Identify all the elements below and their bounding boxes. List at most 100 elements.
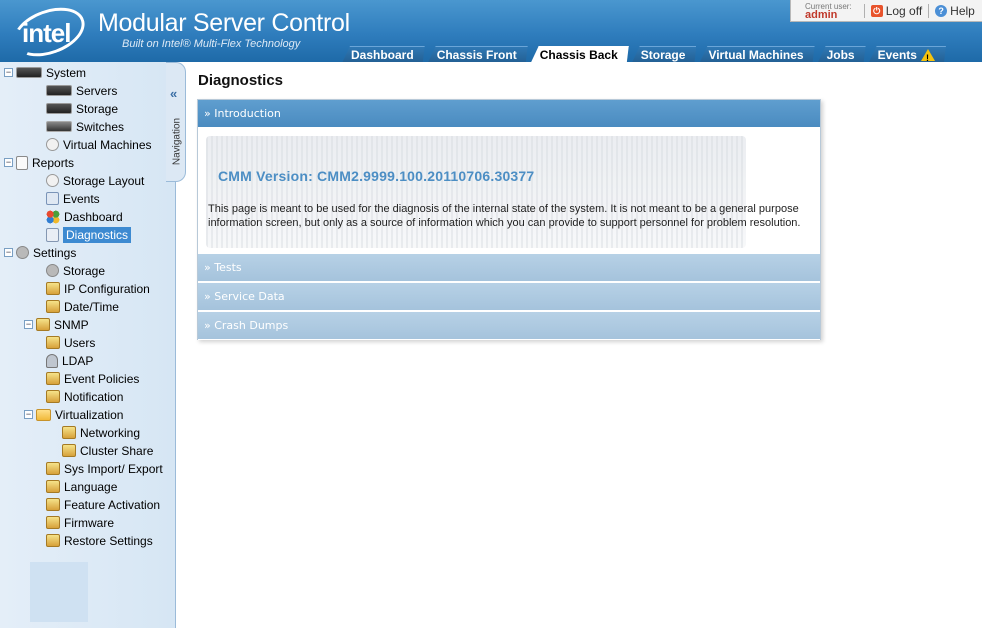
tab-label: Jobs: [826, 48, 855, 62]
section-introduction-header[interactable]: » Introduction: [198, 100, 820, 128]
sidebar-item-label: Language: [64, 479, 118, 494]
tab-virtual-machines[interactable]: Virtual Machines: [699, 46, 814, 62]
sidebar-item-restore-settings[interactable]: Restore Settings: [46, 532, 153, 549]
sidebar-item-label: Users: [64, 335, 96, 350]
collapse-toggle-icon[interactable]: −: [24, 320, 33, 329]
collapse-toggle-icon[interactable]: −: [4, 158, 13, 167]
sidebar-item-networking[interactable]: Networking: [62, 424, 140, 441]
collapse-toggle-icon[interactable]: −: [4, 68, 13, 77]
sidebar-item-servers[interactable]: Servers: [46, 82, 117, 99]
tab-jobs[interactable]: Jobs: [818, 46, 866, 62]
logoff-label: Log off: [885, 3, 923, 18]
diagnostics-icon: [46, 227, 59, 242]
navigation-handle[interactable]: « Navigation: [166, 62, 186, 182]
sidebar-item-label: Dashboard: [64, 209, 123, 224]
collapse-navigation-icon[interactable]: «: [170, 86, 177, 101]
section-tests-header[interactable]: » Tests: [198, 254, 820, 282]
sidebar-item-label: Virtual Machines: [63, 137, 152, 152]
sidebar-item-label: Date/Time: [64, 299, 119, 314]
collapse-toggle-icon[interactable]: −: [24, 410, 33, 419]
sidebar-item-label: Cluster Share: [80, 443, 154, 458]
user-panel: Current user: admin ⏻ Log off ? Help: [790, 0, 982, 22]
sidebar-item-users[interactable]: Users: [46, 334, 95, 351]
sidebar-item-sys-import-export[interactable]: Sys Import/ Export: [46, 460, 163, 477]
tab-chassis-front[interactable]: Chassis Front: [428, 46, 528, 62]
sidebar-item-virtual-machines[interactable]: Virtual Machines: [46, 136, 152, 153]
sidebar-item-event-policies[interactable]: Event Policies: [46, 370, 139, 387]
divider: [928, 3, 930, 18]
help-icon: ?: [935, 4, 948, 17]
sidebar-item-label: Events: [63, 191, 100, 206]
server-icon: [16, 67, 42, 78]
config-icon: [46, 480, 60, 493]
tab-label: Events: [877, 48, 917, 62]
collapse-toggle-icon[interactable]: −: [4, 248, 13, 257]
sidebar-item-language[interactable]: Language: [46, 478, 117, 495]
folder-icon: [36, 408, 51, 421]
sidebar-item-system[interactable]: System: [16, 64, 86, 81]
logo-text: intel: [22, 18, 71, 48]
dashboard-icon: [46, 209, 60, 224]
sidebar-item-label: System: [46, 65, 87, 80]
sidebar-item-storage-layout[interactable]: Storage Layout: [46, 172, 144, 189]
chassis-background-image: [206, 136, 746, 248]
sidebar-item-cluster-share[interactable]: Cluster Share: [62, 442, 153, 459]
sidebar-item-label: Virtualization: [55, 407, 124, 422]
introduction-body: CMM Version: CMM2.9999.100.20110706.3037…: [198, 128, 820, 254]
tab-storage[interactable]: Storage: [632, 46, 697, 62]
sidebar-item-storage[interactable]: Storage: [46, 100, 118, 117]
tab-events[interactable]: Events: [869, 46, 946, 62]
intel-logo: intel: [6, 0, 92, 62]
gear-icon: [16, 246, 29, 259]
sidebar-item-label: LDAP: [62, 353, 94, 368]
sidebar-item-label: Storage: [63, 263, 106, 278]
app-header: intel Modular Server Control Built on In…: [0, 0, 982, 62]
section-service-data-header[interactable]: » Service Data: [198, 283, 820, 311]
logoff-link[interactable]: ⏻ Log off: [870, 3, 923, 18]
sidebar-item-switches[interactable]: Switches: [46, 118, 124, 135]
sidebar-item-firmware[interactable]: Firmware: [46, 514, 114, 531]
section-crash-dumps-header[interactable]: » Crash Dumps: [198, 312, 820, 340]
sidebar-item-ip-configuration[interactable]: IP Configuration: [46, 280, 150, 297]
config-icon: [46, 300, 60, 313]
divider: [863, 3, 865, 18]
sidebar-item-notification[interactable]: Notification: [46, 388, 123, 405]
current-user-name: admin: [805, 8, 838, 21]
config-icon: [46, 282, 60, 295]
diagnostics-panel: » Introduction CMM Version: CMM2.9999.10…: [197, 99, 821, 340]
sidebar-item-label: Servers: [76, 83, 118, 98]
sidebar-item-date-time[interactable]: Date/Time: [46, 298, 119, 315]
sidebar-item-virtualization[interactable]: Virtualization: [36, 406, 123, 423]
sidebar-item-label: Event Policies: [64, 371, 140, 386]
tab-chassis-back[interactable]: Chassis Back: [531, 46, 629, 62]
help-link[interactable]: ? Help: [935, 4, 975, 18]
sidebar-item-dashboard[interactable]: Dashboard: [46, 208, 123, 225]
sidebar-item-label: Settings: [33, 245, 77, 260]
sidebar-item-label: Switches: [76, 119, 125, 134]
config-icon: [62, 444, 76, 457]
tab-label: Dashboard: [351, 48, 414, 62]
storage-layout-icon: [46, 174, 59, 187]
sidebar-item-ldap[interactable]: LDAP: [46, 352, 93, 369]
tab-dashboard[interactable]: Dashboard: [342, 46, 425, 62]
sidebar-item-label: Reports: [32, 155, 75, 170]
tab-label: Storage: [640, 48, 686, 62]
config-icon: [46, 516, 60, 529]
sidebar-item-snmp[interactable]: SNMP: [36, 316, 89, 333]
config-icon: [46, 462, 60, 475]
sidebar-item-label: Storage: [76, 101, 119, 116]
sidebar-item-label: Restore Settings: [64, 533, 153, 548]
sidebar-item-events[interactable]: Events: [46, 190, 100, 207]
sidebar-item-settings[interactable]: Settings: [16, 244, 76, 261]
events-icon: [46, 192, 59, 205]
sidebar-item-reports[interactable]: Reports: [16, 154, 74, 171]
app-title: Modular Server Control: [98, 9, 350, 37]
config-icon: [62, 426, 76, 439]
logoff-icon: ⏻: [870, 4, 883, 17]
main-tabs: Dashboard Chassis Front Chassis Back Storag…: [342, 46, 949, 62]
sidebar-item-storage[interactable]: Storage: [46, 262, 105, 279]
document-icon: [16, 155, 28, 170]
navigation-handle-label: Navigation: [171, 117, 183, 166]
sidebar-item-diagnostics[interactable]: Diagnostics: [46, 226, 132, 243]
sidebar-item-feature-activation[interactable]: Feature Activation: [46, 496, 160, 513]
